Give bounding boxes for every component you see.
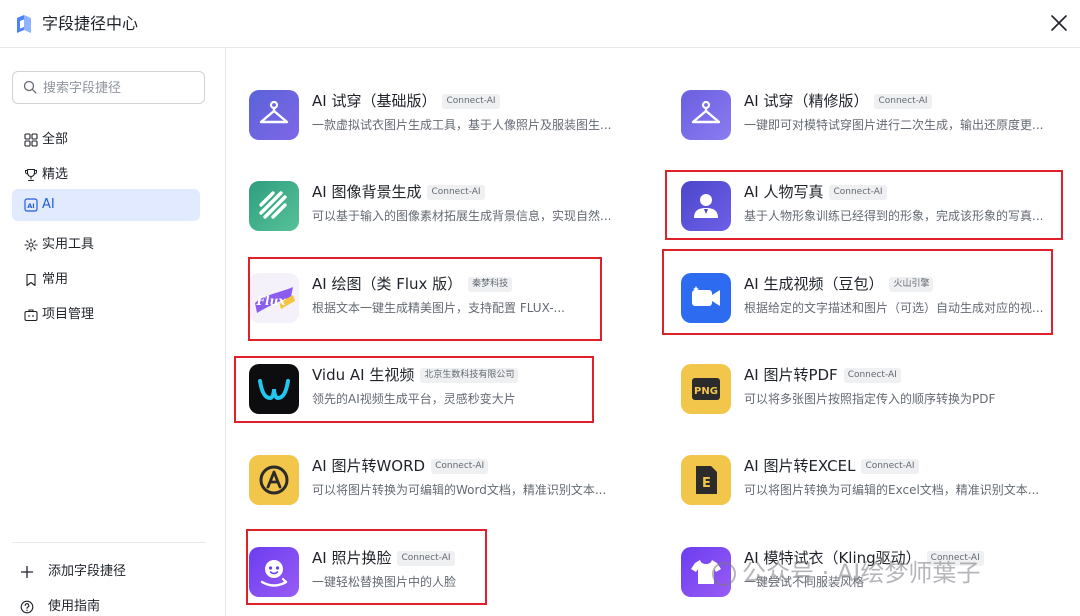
video-camera-icon [681,273,731,323]
png-file-icon: PNG [681,364,731,414]
person-icon [681,181,731,231]
card-ai-portrait[interactable]: AI 人物写真 Connect-AI 基于人物形象训练已经得到的形象，完成该形象的… [681,176,1080,236]
sidebar-item-label: 项目管理 [42,307,95,322]
card-description: 一款虚拟试衣图片生成工具，基于人像照片及服装图生... [312,118,612,132]
hanger-icon [249,90,299,140]
card-tag: 北京生数科技有限公司 [420,367,519,383]
card-ai-face-swap[interactable]: AI 照片换脸 Connect-AI 一键轻松替换图片中的人脸 [249,542,649,602]
hanger-icon [681,90,731,140]
header: 字段捷径中心 [0,0,1080,48]
card-title: AI 人物写真 [744,183,824,201]
sidebar-item-tools[interactable]: 实用工具 [12,229,200,261]
card-description: 一键尝试不同服装风格 [744,575,865,589]
card-tag: Connect-AI [829,184,887,200]
card-vidu-video[interactable]: Vidu AI 生视频 北京生数科技有限公司 领先的AI视频生成平台，灵感秒变大片 [249,359,649,419]
card-title: AI 生成视频（豆包） [744,275,884,293]
briefcase-icon [24,309,38,322]
card-ai-draw-flux[interactable]: Flux AI 绘图（类 Flux 版） 秦梦科技 根据文本一键生成精美图片，支持… [249,268,649,328]
sidebar-item-label: 常用 [42,272,69,287]
card-title: Vidu AI 生视频 [312,366,415,384]
svg-text:PNG: PNG [694,386,718,397]
sidebar-item-project[interactable]: 项目管理 [12,299,200,331]
card-description: 一键即可对模特试穿图片进行二次生成，输出还原度更... [744,118,1044,132]
help-icon [20,600,34,614]
card-title: AI 图像背景生成 [312,183,422,201]
app-logo-icon [17,15,31,33]
search-input[interactable] [43,78,193,98]
card-ai-background-gen[interactable]: AI 图像背景生成 Connect-AI 可以基于输入的图像素材拓展生成背景信息，… [249,176,649,236]
add-shortcut-label: 添加字段捷径 [48,564,127,579]
sidebar: 全部 精选 AI AI 实用工具 常用 项目管理 [0,48,226,616]
card-description: 可以将图片转换为可编辑的Word文档，精准识别文本... [312,483,607,497]
svg-text:Flux: Flux [256,294,287,308]
trophy-icon [25,168,37,182]
card-ai-model-fitting-kling[interactable]: AI 模特试衣（Kling驱动） Connect-AI 一键尝试不同服装风格 [681,542,1080,602]
card-tag: Connect-AI [861,458,919,474]
card-description: 基于人物形象训练已经得到的形象，完成该形象的写真... [744,209,1044,223]
card-ai-image-to-word[interactable]: AI 图片转WORD Connect-AI 可以将图片转换为可编辑的Word文档，… [249,450,649,510]
card-tag: Connect-AI [926,550,984,566]
close-icon[interactable] [1048,12,1070,34]
card-description: 可以基于输入的图像素材拓展生成背景信息，实现自然... [312,209,612,223]
card-description: 可以将多张图片按照指定传入的顺序转换为PDF [744,392,996,406]
guide-label: 使用指南 [48,599,101,614]
sidebar-item-ai[interactable]: AI AI [12,189,200,221]
card-tag: 火山引擎 [889,276,934,292]
card-ai-video-doubao[interactable]: AI 生成视频（豆包） 火山引擎 根据给定的文字描述和图片（可选）自动生成对应的视… [681,268,1080,328]
sidebar-divider [12,542,205,543]
card-ai-tryon-pro[interactable]: AI 试穿（精修版） Connect-AI 一键即可对模特试穿图片进行二次生成，输… [681,85,1080,145]
card-description: 一键轻松替换图片中的人脸 [312,575,457,589]
flux-logo-icon: Flux [249,273,299,323]
card-title: AI 试穿（精修版） [744,92,869,110]
sidebar-item-label: 实用工具 [42,237,95,252]
card-tag: Connect-AI [397,550,455,566]
tools-icon [24,238,38,252]
card-title: AI 试穿（基础版） [312,92,437,110]
svg-text:E: E [702,476,711,491]
card-tag: 秦梦科技 [468,276,513,292]
card-tag: Connect-AI [427,184,485,200]
app-title: 字段捷径中心 [42,14,139,33]
card-title: AI 图片转PDF [744,366,838,384]
card-tag: Connect-AI [442,93,500,109]
word-convert-icon [249,455,299,505]
card-description: 领先的AI视频生成平台，灵感秒变大片 [312,392,516,406]
stripes-icon [249,181,299,231]
ai-icon: AI [24,198,38,212]
card-ai-tryon-basic[interactable]: AI 试穿（基础版） Connect-AI 一款虚拟试衣图片生成工具，基于人像照片… [249,85,649,145]
plus-icon [20,565,34,579]
card-title: AI 绘图（类 Flux 版） [312,275,463,293]
card-description: 根据文本一键生成精美图片，支持配置 FLUX-... [312,301,565,315]
card-tag: Connect-AI [431,458,489,474]
card-title: AI 图片转WORD [312,457,426,475]
sidebar-item-label: 精选 [42,167,69,182]
excel-file-icon: E [681,455,731,505]
search-icon [23,80,37,94]
card-tag: Connect-AI [874,93,932,109]
card-title: AI 模特试衣（Kling驱动） [744,549,921,567]
card-ai-image-to-pdf[interactable]: PNG AI 图片转PDF Connect-AI 可以将多张图片按照指定传入的顺序… [681,359,1080,419]
card-description: 根据给定的文字描述和图片（可选）自动生成对应的视... [744,301,1044,315]
sidebar-item-frequent[interactable]: 常用 [12,264,200,296]
face-swap-icon [249,547,299,597]
card-title: AI 图片转EXCEL [744,457,856,475]
card-tag: Connect-AI [843,367,901,383]
card-description: 可以将图片转换为可编辑的Excel文档，精准识别文本... [744,483,1040,497]
search-box[interactable] [12,71,205,104]
sidebar-item-all[interactable]: 全部 [12,124,200,156]
sidebar-item-label: AI [42,197,55,212]
card-ai-image-to-excel[interactable]: E AI 图片转EXCEL Connect-AI 可以将图片转换为可编辑的Exce… [681,450,1080,510]
svg-text:AI: AI [27,202,34,210]
sidebar-item-label: 全部 [42,132,69,147]
grid-icon [24,133,38,147]
vidu-logo-icon [249,364,299,414]
card-title: AI 照片换脸 [312,549,392,567]
bookmark-icon [26,273,36,287]
tshirt-icon [681,547,731,597]
sidebar-item-featured[interactable]: 精选 [12,159,200,191]
